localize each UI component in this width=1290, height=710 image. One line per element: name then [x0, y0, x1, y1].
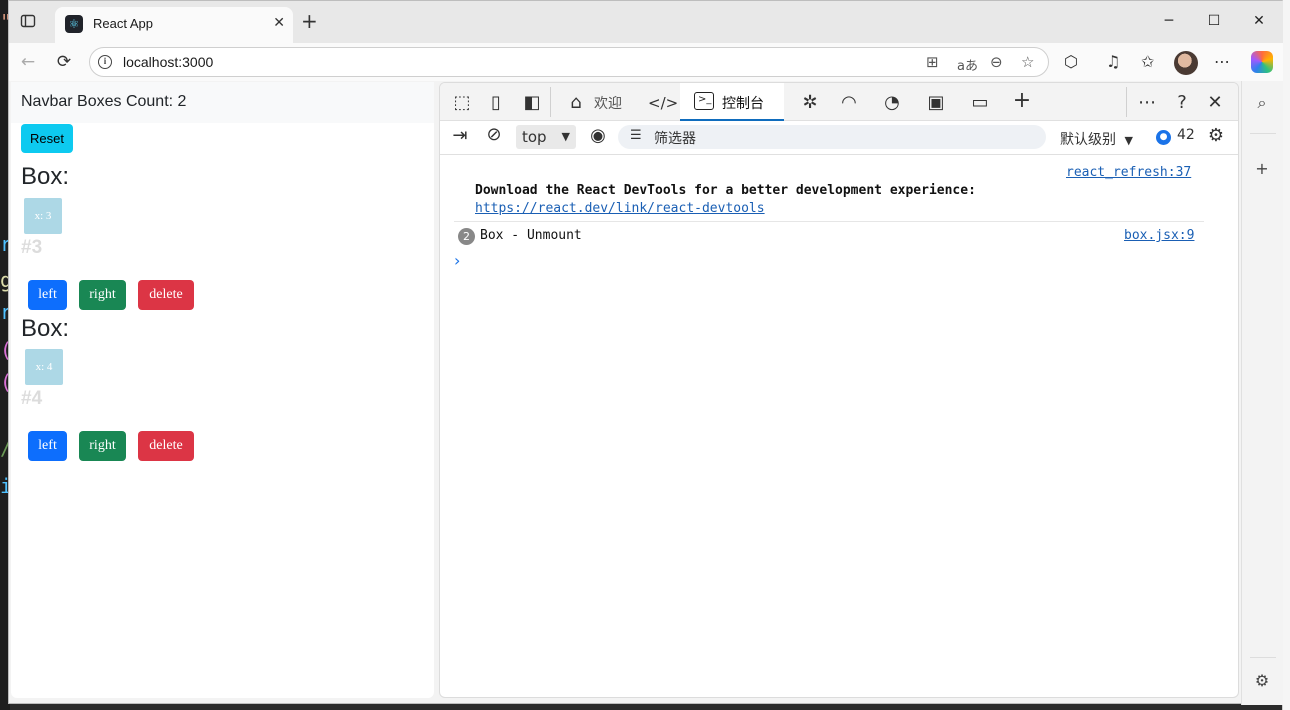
favorites-icon[interactable]: ✩ — [1141, 52, 1154, 71]
inspect-element-icon[interactable]: ⬚ — [450, 92, 474, 113]
console-settings-gear-icon[interactable]: ⚙ — [1204, 125, 1228, 146]
reset-button[interactable]: Reset — [21, 124, 73, 153]
read-aloud-icon[interactable]: aあ — [957, 55, 978, 74]
repeat-count-badge: 2 — [458, 228, 475, 245]
application-icon[interactable]: ▭ — [968, 92, 992, 113]
box-id-label: #4 — [21, 388, 43, 409]
refresh-icon[interactable]: ⟳ — [53, 52, 75, 72]
box-heading: Box: — [21, 315, 70, 342]
react-favicon-icon: ⚛ — [65, 15, 83, 33]
help-icon[interactable]: ? — [1170, 92, 1194, 113]
devtools-tab-bar: ⬚ ▯ ◧ ⌂ 欢迎 </> >_ 控制台 ✲ ◠ ◔ ▣ ▭ + ⋯ ? ✕ — [440, 83, 1238, 121]
app-available-icon[interactable]: ⊞ — [926, 53, 939, 71]
sidebar-settings-icon[interactable]: ⚙ — [1252, 671, 1272, 690]
back-arrow-icon[interactable]: ← — [17, 52, 39, 72]
context-value: top — [522, 128, 547, 146]
clear-console-icon[interactable]: ⊘ — [482, 124, 506, 145]
tab-title: React App — [93, 16, 153, 31]
devtools-panel: ⬚ ▯ ◧ ⌂ 欢迎 </> >_ 控制台 ✲ ◠ ◔ ▣ ▭ + ⋯ ? ✕ … — [439, 82, 1239, 698]
page-viewport: Navbar Boxes Count: 2 Reset Box: x: 3 #3… — [11, 82, 434, 698]
log-levels-dropdown[interactable]: 默认级别 ▼ — [1060, 129, 1133, 149]
performance-gauge-icon[interactable]: ◔ — [880, 92, 904, 113]
elements-tab-icon[interactable]: </> — [648, 94, 678, 112]
delete-button[interactable]: delete — [138, 280, 194, 310]
tab-console[interactable]: >_ 控制台 — [680, 83, 784, 121]
edge-sidebar: ⌕ + ⚙ — [1241, 81, 1283, 705]
navigation-bar: ← ⟳ i localhost:3000 ⊞ aあ ⊖ ☆ ⬡ ♫ ✩ ⋯ — [9, 43, 1283, 81]
right-button[interactable]: right — [79, 431, 126, 461]
box-heading: Box: — [21, 163, 70, 190]
filter-icon: ☰ — [630, 128, 642, 143]
issues-icon[interactable]: ● — [1156, 130, 1171, 145]
zoom-icon[interactable]: ⊖ — [990, 53, 1003, 71]
tab-react-app[interactable]: ⚛ React App ✕ — [55, 7, 293, 43]
sidebar-toggle-icon[interactable]: ⇥ — [448, 125, 472, 146]
console-output: react_refresh:37 Download the React DevT… — [440, 155, 1238, 697]
close-window-button[interactable]: ✕ — [1249, 13, 1269, 29]
memory-chip-icon[interactable]: ▣ — [924, 92, 948, 113]
box-square: x: 3 — [24, 198, 62, 234]
copilot-icon[interactable] — [1251, 51, 1273, 73]
search-icon[interactable]: ⌕ — [1252, 93, 1272, 113]
message-source-link[interactable]: react_refresh:37 — [1066, 165, 1191, 180]
tab-welcome[interactable]: 欢迎 — [594, 93, 622, 113]
devtools-more-icon[interactable]: ⋯ — [1135, 92, 1159, 113]
console-message-text: Box - Unmount — [480, 228, 582, 243]
tab-close-icon[interactable]: ✕ — [273, 15, 285, 31]
delete-button[interactable]: delete — [138, 431, 194, 461]
sources-bug-icon[interactable]: ✲ — [798, 92, 822, 113]
tab-actions-icon[interactable] — [19, 13, 37, 31]
box-square: x: 4 — [25, 349, 63, 385]
maximize-button[interactable]: ☐ — [1204, 13, 1224, 29]
close-devtools-icon[interactable]: ✕ — [1203, 92, 1227, 113]
more-menu-icon[interactable]: ⋯ — [1214, 52, 1230, 71]
favorite-star-icon[interactable]: ☆ — [1021, 53, 1034, 71]
home-icon[interactable]: ⌂ — [564, 92, 588, 113]
message-source-link[interactable]: box.jsx:9 — [1124, 228, 1194, 243]
left-button[interactable]: left — [28, 280, 67, 310]
navbar-boxes-count: Navbar Boxes Count: 2 — [21, 93, 187, 110]
browser-window: ⚛ React App ✕ + ─ ☐ ✕ ← ⟳ i localhost:30… — [8, 0, 1283, 705]
console-prompt[interactable]: › — [454, 251, 460, 270]
extensions-icon[interactable]: ⬡ — [1064, 52, 1078, 71]
issues-count[interactable]: 42 — [1177, 127, 1195, 143]
address-bar[interactable]: i localhost:3000 ⊞ aあ ⊖ ☆ — [89, 47, 1049, 77]
devtools-download-link[interactable]: https://react.dev/link/react-devtools — [475, 201, 765, 216]
background-window-strip — [1282, 0, 1290, 710]
console-message-text: Download the React DevTools for a better… — [475, 183, 976, 198]
chevron-down-icon: ▼ — [561, 130, 570, 143]
profile-avatar[interactable] — [1174, 51, 1198, 75]
left-button[interactable]: left — [28, 431, 67, 461]
network-wifi-icon[interactable]: ◠ — [837, 92, 861, 113]
filter-input[interactable]: ☰ 筛选器 — [618, 125, 1046, 149]
navbar: Navbar Boxes Count: 2 — [11, 82, 434, 123]
console-toolbar: ⇥ ⊘ top ▼ ◉ ☰ 筛选器 默认级别 ▼ ● 42 ⚙ — [440, 121, 1238, 155]
log-levels-label: 默认级别 — [1060, 132, 1116, 148]
site-info-icon[interactable]: i — [98, 55, 112, 69]
new-tab-button[interactable]: + — [301, 11, 318, 31]
minimize-button[interactable]: ─ — [1159, 13, 1179, 29]
dock-side-icon[interactable]: ◧ — [520, 92, 544, 113]
url-text[interactable]: localhost:3000 — [123, 54, 213, 70]
tab-console-label: 控制台 — [722, 96, 764, 112]
device-emulation-icon[interactable]: ▯ — [484, 92, 508, 113]
box-id-label: #3 — [21, 237, 43, 258]
media-icon[interactable]: ♫ — [1106, 52, 1120, 71]
live-expression-eye-icon[interactable]: ◉ — [586, 125, 610, 146]
more-tools-icon[interactable]: + — [1010, 88, 1034, 113]
chevron-down-icon: ▼ — [1124, 134, 1133, 147]
console-icon: >_ — [694, 92, 714, 110]
add-sidebar-icon[interactable]: + — [1252, 159, 1272, 178]
right-button[interactable]: right — [79, 280, 126, 310]
context-select[interactable]: top ▼ — [516, 125, 576, 149]
title-bar: ⚛ React App ✕ + ─ ☐ ✕ — [9, 1, 1283, 43]
filter-placeholder: 筛选器 — [654, 131, 696, 147]
